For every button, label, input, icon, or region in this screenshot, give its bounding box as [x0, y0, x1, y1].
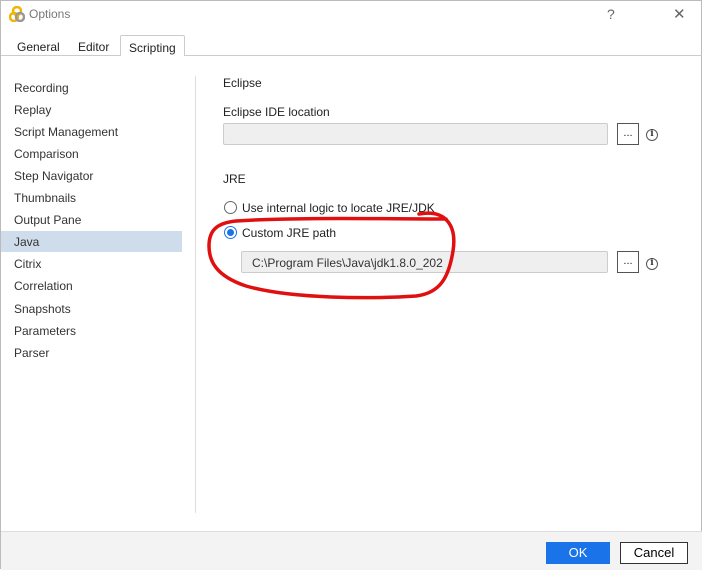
- options-dialog: Options ? ✕ General Editor Scripting Rec…: [0, 0, 702, 570]
- cancel-button[interactable]: Cancel: [620, 542, 688, 564]
- ok-button[interactable]: OK: [546, 542, 610, 564]
- red-annotation-circle: [207, 211, 456, 300]
